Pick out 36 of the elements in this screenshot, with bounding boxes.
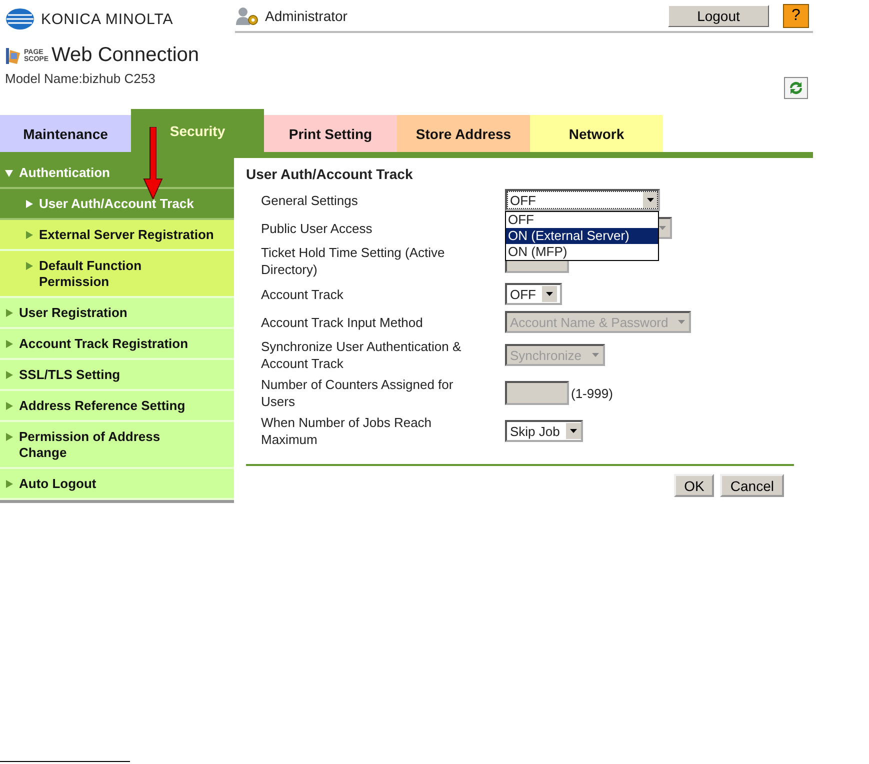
dropdown-option[interactable]: ON (MFP) xyxy=(506,244,658,260)
range-hint: (1-999) xyxy=(571,386,613,400)
sidebar-item[interactable]: Permission of Address Change xyxy=(0,422,234,469)
field-label: Ticket Hold Time Setting (Active Directory) xyxy=(261,244,446,279)
dropdown-select[interactable]: OFF xyxy=(505,189,660,211)
user-name: Administrator xyxy=(265,8,348,24)
sidebar-subitem[interactable]: Default Function Permission xyxy=(0,251,234,298)
dropdown-select[interactable]: OFF xyxy=(505,283,562,305)
field-label: General Settings xyxy=(261,192,359,210)
field-label: Synchronize User Authentication & Account Track xyxy=(261,338,462,373)
sidebar-item[interactable]: Auto Logout xyxy=(0,469,234,500)
dropdown-option[interactable]: OFF xyxy=(506,212,658,228)
nav-tab[interactable]: Network xyxy=(530,115,663,152)
nav-tab[interactable]: Print Setting xyxy=(264,115,397,152)
field-label: Number of Counters Assigned for Users xyxy=(261,376,454,411)
logout-button[interactable]: Logout xyxy=(668,4,769,26)
product-name: Web Connection xyxy=(52,44,200,67)
dropdown-select[interactable]: Skip Job xyxy=(505,420,583,442)
sidebar-item[interactable]: SSL/TLS Setting xyxy=(0,360,234,391)
sidebar-item[interactable]: Account Track Registration xyxy=(0,329,234,360)
field-label: When Number of Jobs Reach Maximum xyxy=(261,414,433,449)
sidebar-item[interactable]: Address Reference Setting xyxy=(0,391,234,422)
nav-tab[interactable]: Maintenance xyxy=(0,115,131,152)
field-label: Account Track Input Method xyxy=(261,314,424,332)
form-title: User Auth/Account Track xyxy=(246,166,414,182)
dropdown-option[interactable]: ON (External Server) xyxy=(506,228,658,244)
field-label: Public User Access xyxy=(261,220,374,238)
sidebar-item[interactable]: User Registration xyxy=(0,298,234,329)
model-name: Model Name:bizhub C253 xyxy=(5,71,156,86)
brand-name: KONICA MINOLTA xyxy=(41,10,174,28)
field-label: Account Track xyxy=(261,286,344,304)
form-button[interactable]: Cancel xyxy=(720,474,784,497)
help-button[interactable]: ? xyxy=(783,4,809,28)
form-button[interactable]: OK xyxy=(674,474,714,497)
sidebar-subitem[interactable]: External Server Registration xyxy=(0,220,234,251)
nav-tab[interactable]: Store Address xyxy=(397,115,530,152)
